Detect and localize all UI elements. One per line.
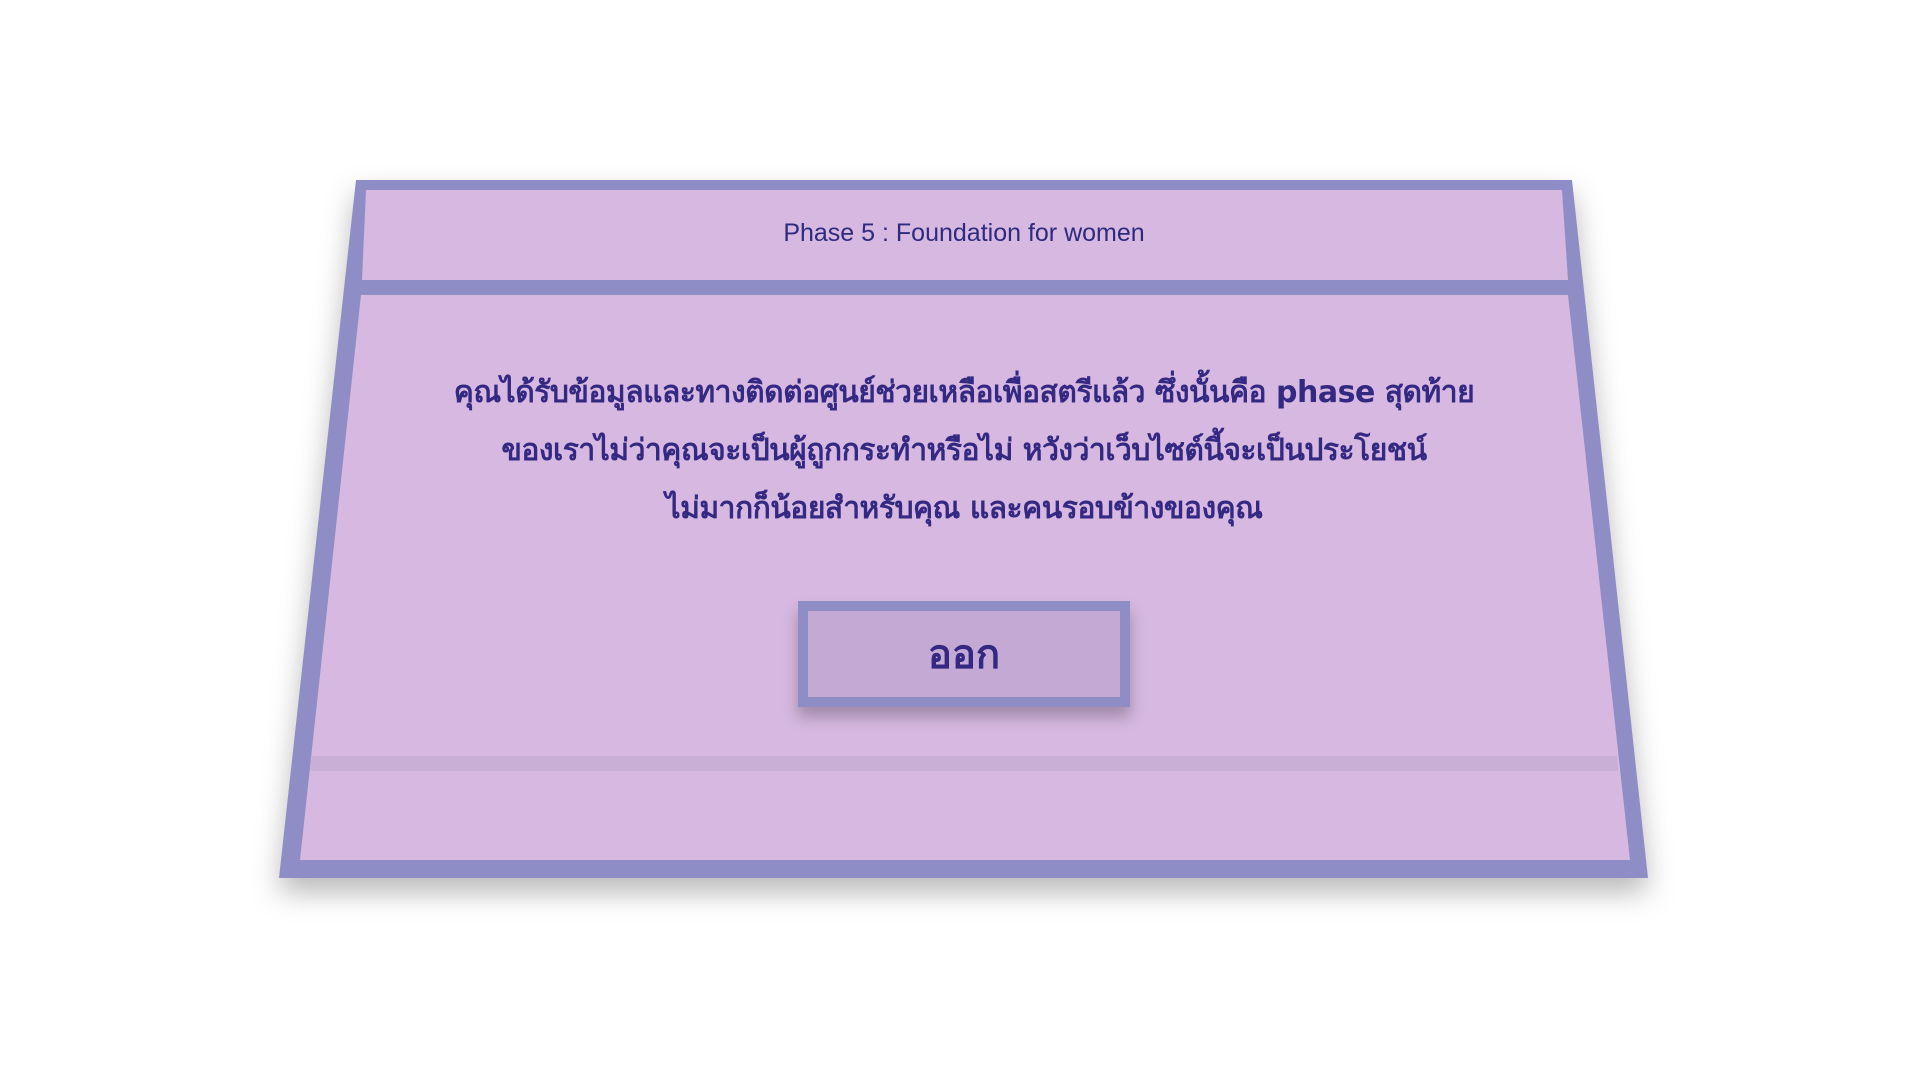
exit-button[interactable]: ออก <box>798 601 1130 707</box>
dialog-title: Phase 5 : Foundation for women <box>783 219 1145 247</box>
exit-button-label: ออก <box>927 632 1001 678</box>
dialog-stage: Phase 5 : Foundation for women คุณได้รับ… <box>0 0 1920 1080</box>
dialog-message-line: ไม่มากก็น้อยสำหรับคุณ และคนรอบข้างของคุณ <box>665 491 1263 526</box>
dialog-message-line: ของเราไม่ว่าคุณจะเป็นผู้ถูกกระทำหรือไม่ … <box>501 433 1427 468</box>
dialog-message-line: คุณได้รับข้อมูลและทางติดต่อศูนย์ช่วยเหลื… <box>453 375 1475 410</box>
dialog-message: คุณได้รับข้อมูลและทางติดต่อศูนย์ช่วยเหลื… <box>420 364 1508 538</box>
